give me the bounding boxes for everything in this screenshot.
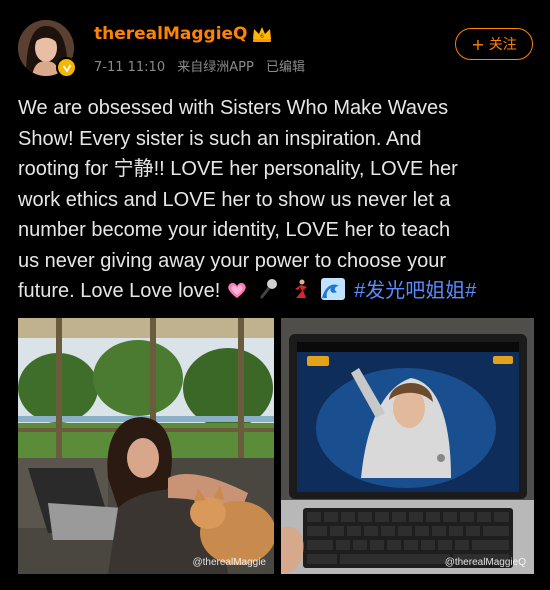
wave-emoji-icon [320,278,345,300]
image-watermark: @therealMaggie [192,557,266,568]
username[interactable]: therealMaggieQ [94,24,248,44]
verified-badge-icon [56,57,77,78]
vip-crown-icon: 6 [253,27,271,42]
post-line: We are obsessed with Sisters Who Make Wa… [18,97,449,119]
weibo-post: therealMaggieQ 6 7-11 11:10 来自绿洲APP 已编辑 … [0,0,550,590]
heart-emoji-icon [228,282,246,298]
post-line: number become your identity, LOVE her to… [18,219,451,241]
post-line: Show! Every sister is such an inspiratio… [18,127,422,150]
post-meta: 7-11 11:10 来自绿洲APP 已编辑 [94,56,313,75]
follow-label: 关注 [488,37,517,53]
post-line: us never giving away your power to choos… [18,249,447,272]
post-line: future. Love Love love! [18,280,221,302]
post-last-line: future. Love Love love! #发光吧姐姐# [18,276,538,307]
plus-icon: + [471,34,485,54]
hashtag-link[interactable]: #发光吧姐姐# [354,280,476,302]
post-text: We are obsessed with Sisters Who Make Wa… [18,93,538,307]
post-source[interactable]: 来自绿洲APP [177,60,254,75]
post-line: work ethics and LOVE her to show us neve… [18,188,451,211]
post-image-left[interactable]: @therealMaggie [18,318,274,574]
dancer-emoji-icon [295,279,308,298]
post-date: 7-11 11:10 [94,60,166,75]
edited-label[interactable]: 已编辑 [266,60,305,75]
follow-button[interactable]: + 关注 [455,28,533,60]
svg-text:6: 6 [260,33,264,40]
post-line: rooting for 宁静!! LOVE her personality, L… [18,158,458,180]
microphone-emoji-icon [260,279,278,299]
image-watermark: @therealMaggieQ [444,557,526,568]
post-image-right[interactable]: @therealMaggieQ [281,318,534,574]
